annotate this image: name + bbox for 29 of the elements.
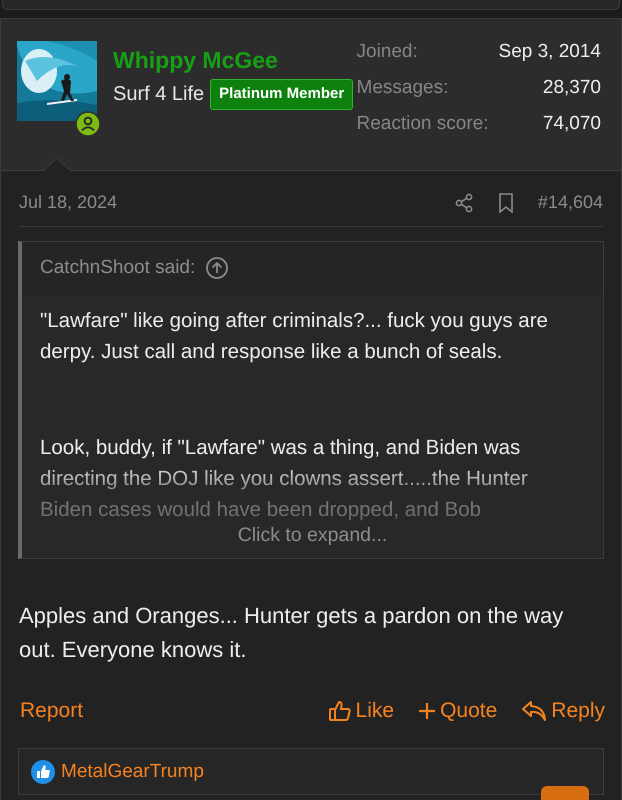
post-number[interactable]: #14,604 (538, 189, 603, 216)
stat-label: Joined: (356, 40, 419, 64)
expand-link[interactable]: Click to expand... (238, 524, 388, 546)
thumbs-up-icon (328, 698, 352, 722)
reply-icon (521, 700, 548, 722)
stat-value: 74,070 (542, 112, 601, 136)
quote-text: Look, buddy, if "Lawfare" was a thing, and Biden was directing the DOJ like you clowns assert.....the Hunter Biden cases would have been dropped, and Bob (40, 434, 529, 522)
stat-value: Sep 3, 2014 (498, 40, 601, 64)
share-icon[interactable] (454, 192, 474, 212)
jump-up-icon[interactable] (205, 256, 230, 280)
quote-link[interactable]: Quote (418, 694, 498, 726)
quote-text: "Lawfare" like going after criminals?... fuck you guys are derpy. Just call and response like a bunch of seals. (40, 308, 549, 364)
scroll-top-button[interactable] (541, 786, 589, 800)
user-title: Surf 4 Life (113, 82, 204, 108)
report-link[interactable]: Report (20, 694, 84, 726)
stat-label: Messages: (356, 76, 450, 100)
reply-link[interactable]: Reply (521, 694, 605, 726)
post-message: Apples and Oranges... Hunter gets a pardon on the way out. Everyone knows it. (18, 602, 564, 664)
quote-attribution[interactable]: CatchnShoot said: (40, 254, 196, 282)
bookmark-icon[interactable] (498, 192, 514, 212)
plus-icon (418, 702, 436, 720)
reaction-user-link[interactable]: MetalGearTrump (61, 758, 204, 786)
member-banner: Platinum Member (210, 79, 354, 110)
like-link[interactable]: Like (328, 694, 394, 726)
post-date[interactable]: Jul 18, 2024 (19, 189, 118, 216)
author-name[interactable]: Whippy McGee (113, 45, 354, 75)
stat-label: Reaction score: (356, 112, 489, 136)
like-reaction-icon (31, 760, 55, 784)
stat-value: 28,370 (542, 76, 601, 100)
